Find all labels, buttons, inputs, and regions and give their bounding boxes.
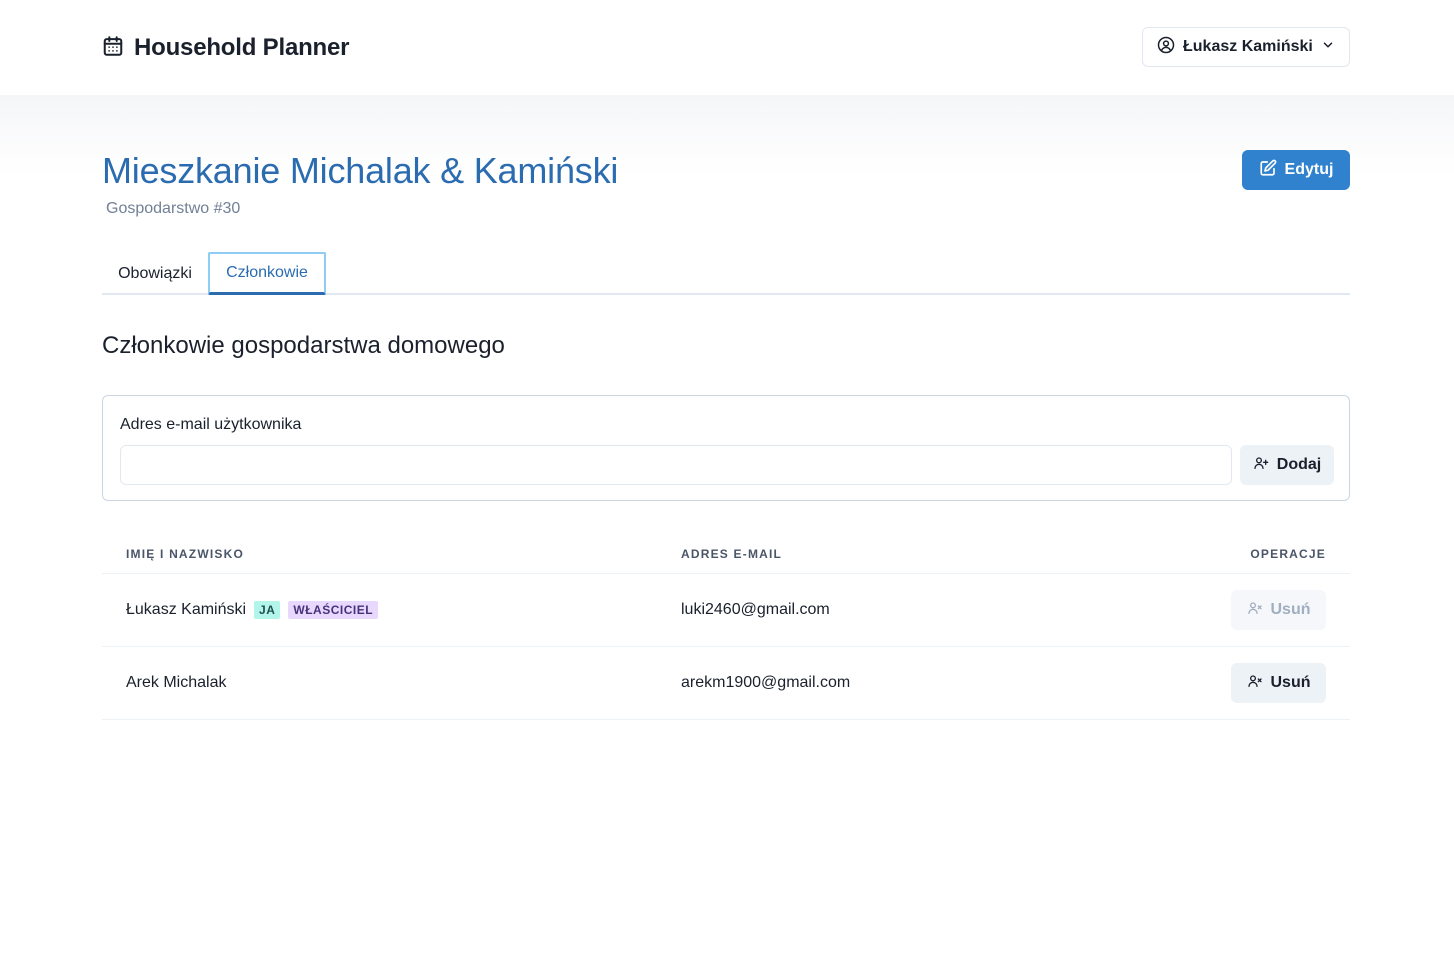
tab-bar: Obowiązki Członkowie: [102, 252, 1350, 295]
owner-badge: WŁAŚCICIEL: [288, 601, 379, 619]
table-row: Arek Michalak arekm1900@gmail.com Usuń: [102, 647, 1350, 720]
me-badge: JA: [254, 601, 281, 619]
add-button-label: Dodaj: [1276, 456, 1322, 473]
edit-icon: [1259, 159, 1277, 182]
member-name-cell: Łukasz Kamiński JA WŁAŚCICIEL: [126, 574, 379, 646]
edit-button[interactable]: Edytuj: [1242, 150, 1350, 190]
table-header: IMIĘ I NAZWISKO ADRES E-MAIL OPERACJE: [102, 537, 1350, 574]
section-title: Członkowie gospodarstwa domowego: [102, 332, 505, 359]
member-name: Arek Michalak: [126, 674, 227, 691]
user-x-icon: [1247, 600, 1263, 621]
member-email: luki2460@gmail.com: [681, 601, 830, 618]
member-name: Łukasz Kamiński: [126, 601, 247, 618]
tab-duties[interactable]: Obowiązki: [102, 252, 208, 295]
user-plus-icon: [1253, 455, 1269, 476]
brand[interactable]: Household Planner: [102, 34, 349, 62]
user-x-icon: [1247, 673, 1263, 694]
remove-button-label: Usuń: [1270, 601, 1311, 618]
chevron-down-icon: [1321, 38, 1335, 57]
page-title: Mieszkanie Michalak & Kamiński: [102, 150, 619, 191]
remove-button-label: Usuń: [1270, 674, 1311, 691]
column-header-email: ADRES E-MAIL: [681, 547, 783, 561]
tab-members[interactable]: Członkowie: [208, 252, 326, 295]
app-title: Household Planner: [134, 34, 350, 61]
edit-button-label: Edytuj: [1284, 161, 1334, 178]
top-navbar: Household Planner Łukasz Kamiński: [0, 0, 1454, 95]
column-header-name: IMIĘ I NAZWISKO: [126, 547, 244, 561]
member-email: arekm1900@gmail.com: [681, 674, 851, 691]
remove-member-button[interactable]: Usuń: [1231, 590, 1326, 630]
email-field[interactable]: [120, 445, 1232, 485]
members-table: IMIĘ I NAZWISKO ADRES E-MAIL OPERACJE Łu…: [102, 537, 1350, 720]
table-row: Łukasz Kamiński JA WŁAŚCICIEL luki2460@g…: [102, 574, 1350, 647]
user-name: Łukasz Kamiński: [1183, 38, 1313, 55]
remove-member-button[interactable]: Usuń: [1231, 663, 1326, 703]
calendar-icon: [102, 35, 124, 62]
member-name-cell: Arek Michalak: [126, 647, 226, 719]
page-subtitle: Gospodarstwo #30: [106, 200, 241, 217]
column-header-operations: OPERACJE: [1250, 547, 1326, 561]
user-circle-icon: [1157, 36, 1175, 59]
add-member-form: Adres e-mail użytkownika Dodaj: [102, 395, 1350, 501]
add-member-button[interactable]: Dodaj: [1240, 445, 1334, 485]
email-field-label: Adres e-mail użytkownika: [120, 416, 302, 433]
user-menu-button[interactable]: Łukasz Kamiński: [1142, 27, 1350, 67]
